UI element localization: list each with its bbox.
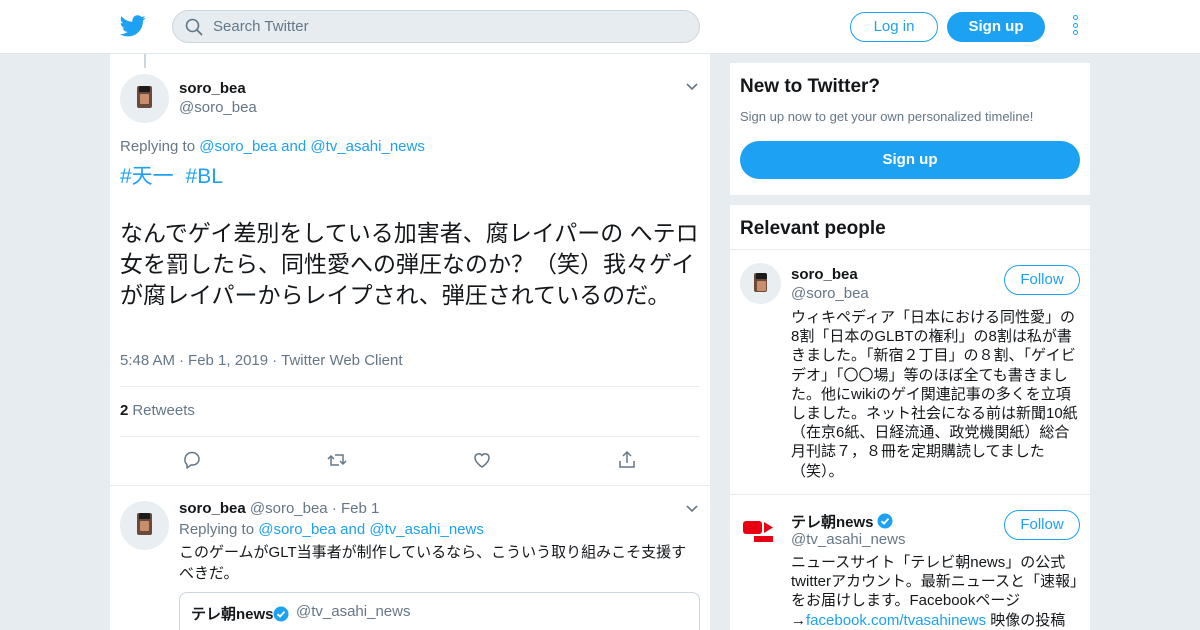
retweet-count: 2 (120, 402, 129, 419)
like-icon[interactable] (471, 449, 493, 471)
verified-icon (877, 513, 893, 529)
tweet-actions (110, 449, 710, 473)
signup-card-subtitle: Sign up now to get your own personalized… (740, 109, 1034, 124)
person-bio: ニュースサイト「テレビ朝news」の公式twitterアカウント。最新ニュースと… (791, 554, 1078, 629)
mention-link[interactable]: @soro_bea (199, 138, 277, 155)
person-handle[interactable]: @soro_bea (791, 285, 869, 302)
tweet-date[interactable]: Feb 1, 2019 (188, 352, 268, 369)
tweet-date[interactable]: Feb 1 (341, 500, 379, 517)
follow-button[interactable]: Follow (1004, 265, 1080, 295)
avatar[interactable] (120, 501, 169, 550)
signup-button[interactable]: Sign up (947, 12, 1045, 42)
tweet-text: なんでゲイ差別をしている加害者、腐レイパーの へテロ女を罰したら、同性愛への弾圧… (120, 220, 699, 308)
divider (120, 386, 700, 387)
quoted-author-handle: @tv_asahi_news (296, 603, 411, 620)
search-icon (185, 18, 203, 36)
tweet-column: soro_bea @soro_bea Replying to @soro_bea… (110, 54, 710, 630)
share-icon[interactable] (616, 449, 638, 471)
replying-to: Replying to @soro_bea and @tv_asahi_news (179, 521, 484, 538)
mention-link[interactable]: @soro_bea (258, 521, 336, 538)
signup-card-title: New to Twitter? (740, 76, 881, 97)
retweet-icon[interactable] (326, 449, 348, 471)
more-icon[interactable] (1070, 15, 1080, 39)
hashtag-link[interactable]: #BL (186, 165, 223, 188)
divider (110, 485, 710, 486)
tweet-author-handle[interactable]: @soro_bea (250, 500, 328, 517)
hashtag-link[interactable]: #天一 (120, 165, 174, 188)
divider (120, 436, 700, 437)
tweet-author-name[interactable]: soro_bea (179, 80, 246, 97)
person-handle[interactable]: @tv_asahi_news (791, 531, 905, 548)
tweet-author-handle[interactable]: @soro_bea (179, 99, 257, 116)
thread-connector (144, 54, 146, 68)
quoted-author-name: テレ朝news (191, 606, 274, 623)
divider (730, 249, 1090, 250)
follow-button[interactable]: Follow (1004, 510, 1080, 540)
twitter-bird-icon[interactable] (120, 14, 146, 38)
tweet-time[interactable]: 5:48 AM (120, 352, 175, 369)
verified-icon (273, 606, 289, 622)
signup-card-button[interactable]: Sign up (740, 141, 1080, 179)
relevant-people-title: Relevant people (740, 218, 886, 239)
avatar[interactable] (120, 74, 169, 123)
chevron-down-icon[interactable] (685, 504, 699, 514)
signup-card: New to Twitter? Sign up now to get your … (730, 63, 1090, 195)
person-name[interactable]: soro_bea (791, 266, 858, 283)
tweet-client: Twitter Web Client (281, 352, 403, 369)
mention-and[interactable]: and (340, 521, 365, 538)
quoted-tweet[interactable]: テレ朝news @tv_asahi_news (179, 592, 700, 630)
reply-icon[interactable] (181, 449, 203, 471)
tweet-author-name[interactable]: soro_bea (179, 500, 246, 517)
login-button[interactable]: Log in (850, 12, 938, 42)
relevant-people-card: Relevant people soro_bea @soro_bea Follo… (730, 205, 1090, 630)
tweet-metadata: 5:48 AM · Feb 1, 2019 · Twitter Web Client (120, 352, 403, 369)
mention-link[interactable]: @tv_asahi_news (310, 138, 424, 155)
search-box[interactable]: Search Twitter (172, 10, 700, 43)
top-bar: Search Twitter Log in Sign up (0, 0, 1200, 54)
chevron-down-icon[interactable] (685, 82, 699, 92)
search-input[interactable]: Search Twitter (213, 18, 309, 35)
divider (730, 494, 1090, 495)
person-bio: ウィキペディア「日本における同性愛」の8割「日本のGLBTの権利」の8割は私が書… (791, 309, 1078, 480)
reply-tweet-header: soro_bea @soro_bea · Feb 1 (179, 500, 380, 517)
retweet-label: Retweets (132, 402, 195, 419)
retweet-stats[interactable]: 2 Retweets (120, 402, 195, 419)
person-name[interactable]: テレ朝news (791, 511, 893, 532)
mention-and[interactable]: and (281, 138, 306, 155)
hashtags: #天一 #BL (120, 160, 223, 190)
replying-to: Replying to @soro_bea and @tv_asahi_news (120, 138, 425, 155)
avatar[interactable] (740, 263, 781, 304)
tweet-text: このゲームがGLT当事者が制作しているなら、こういう取り組みこそ支援すべきだ。 (179, 544, 687, 582)
bio-link[interactable]: facebook.com/tvasahinews (806, 612, 986, 629)
tv-asahi-logo[interactable] (740, 508, 781, 549)
mention-link[interactable]: @tv_asahi_news (369, 521, 483, 538)
